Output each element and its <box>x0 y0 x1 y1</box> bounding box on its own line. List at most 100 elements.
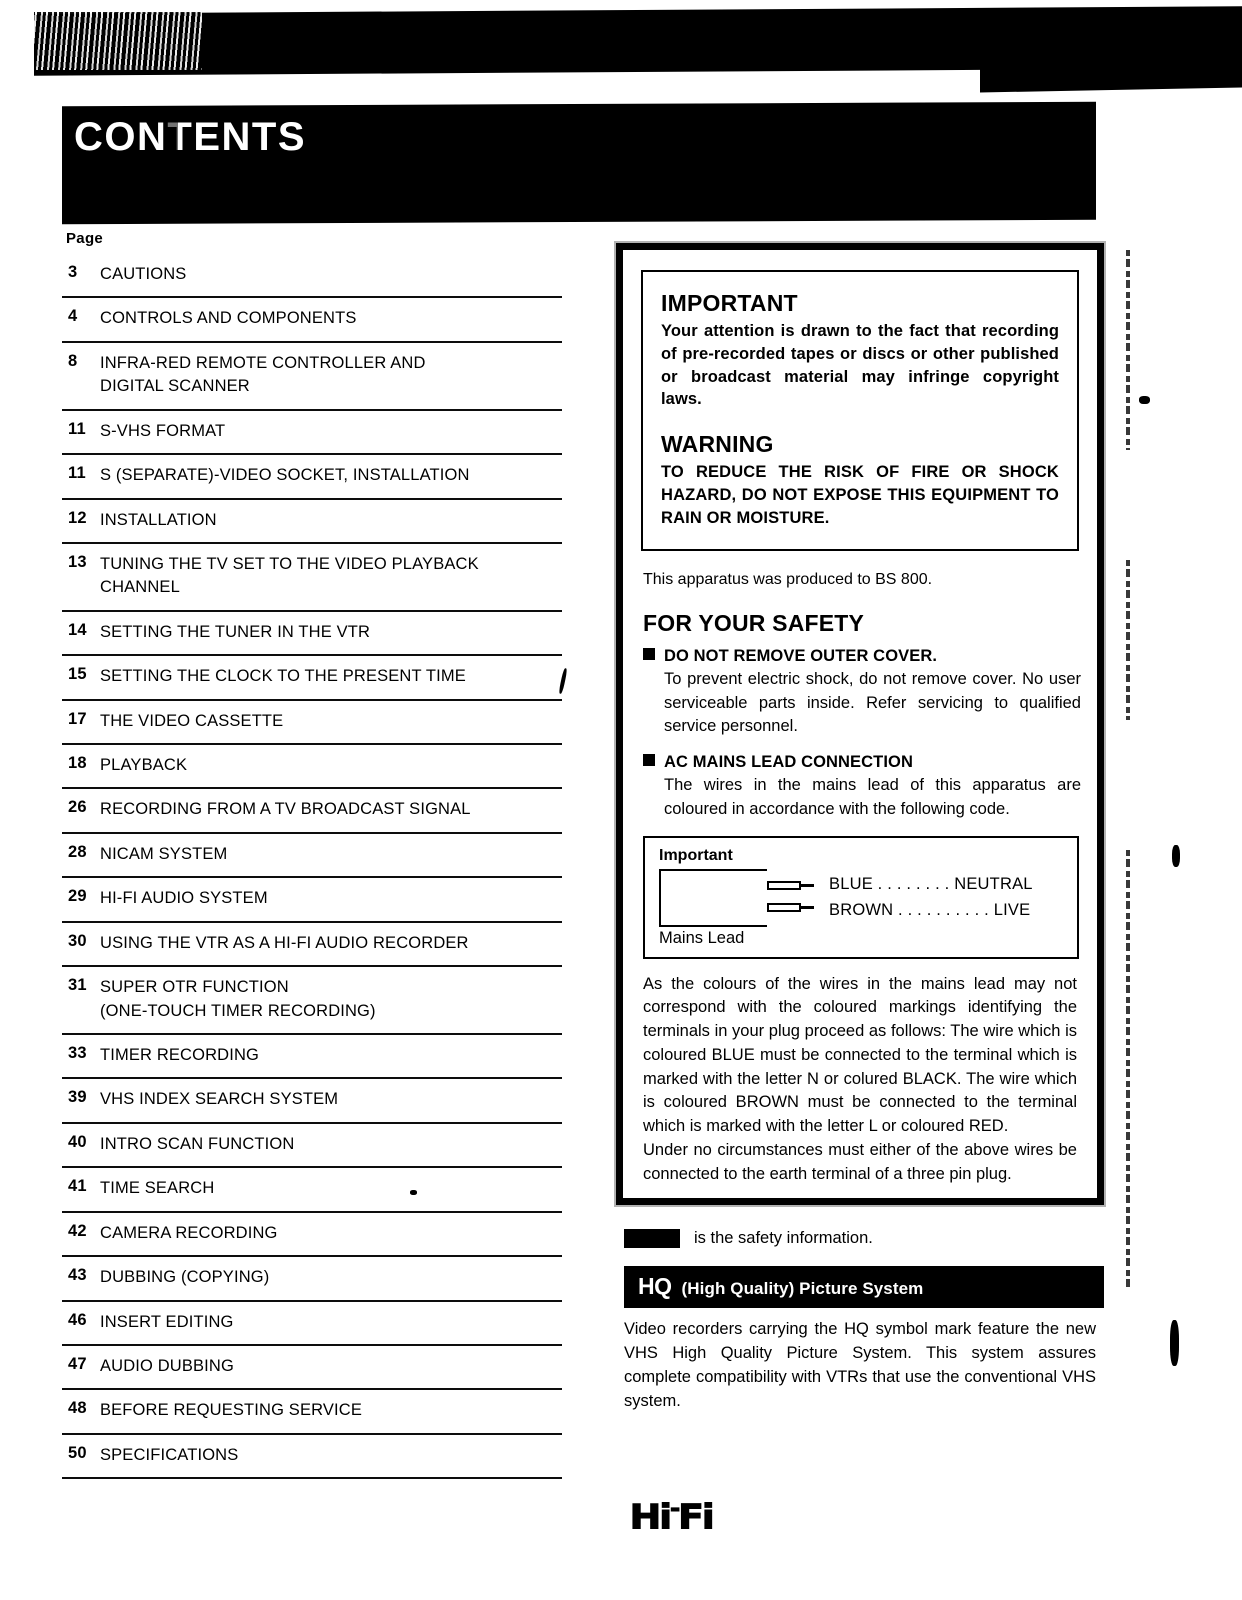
wire-brown-icon <box>767 902 801 912</box>
toc-entry-title: SETTING THE TUNER IN THE VTR <box>100 622 371 641</box>
toc-entry[interactable]: 26 RECORDING FROM A TV BROADCAST SIGNAL <box>62 789 562 834</box>
hq-description: Video recorders carrying the HQ symbol m… <box>624 1320 1096 1410</box>
toc-entry-title: VHS INDEX SEARCH SYSTEM <box>100 1090 339 1109</box>
toc-entry[interactable]: 43 DUBBING (COPYING) <box>62 1257 562 1302</box>
safety-bullet-mains: AC MAINS LEAD CONNECTION The wires in th… <box>643 753 1081 822</box>
toc-entry[interactable]: 42 CAMERA RECORDING <box>62 1213 562 1258</box>
safety-bullet-cover-heading-text: DO NOT REMOVE OUTER COVER. <box>664 646 938 665</box>
toc-entry-page-number: 15 <box>68 665 87 684</box>
toc-entry[interactable]: 31 SUPER OTR FUNCTION (ONE-TOUCH TIMER RE… <box>62 967 562 1036</box>
toc-entry-page-number: 33 <box>68 1044 87 1063</box>
toc-entry-title: THE VIDEO CASSETTE <box>100 711 284 730</box>
page-title-part-a: CON <box>74 115 168 159</box>
toc-entry-page-number: 11 <box>68 419 86 438</box>
toc-entry-title: INTRO SCAN FUNCTION <box>100 1134 295 1153</box>
toc-entry-title: INFRA-RED REMOTE CONTROLLER AND DIGITAL … <box>100 353 426 396</box>
toc-entry[interactable]: 46 INSERT EDITING <box>62 1302 562 1346</box>
scan-margin-rail <box>1126 250 1130 450</box>
wire-label-group: BLUE . . . . . . . . NEUTRAL BROWN . . .… <box>823 872 1033 922</box>
mains-lead-body-icon <box>659 868 767 927</box>
toc-entry-page-number: 14 <box>68 620 87 639</box>
safety-bullet-cover: DO NOT REMOVE OUTER COVER. To prevent el… <box>643 647 1081 739</box>
safety-bullet-mains-body: The wires in the mains lead of this appa… <box>664 776 1081 818</box>
warning-heading: WARNING <box>661 431 774 458</box>
safety-marker-icon <box>624 1229 680 1249</box>
toc-entry[interactable]: 12 INSTALLATION <box>62 500 562 544</box>
toc-entry[interactable]: 8 INFRA-RED REMOTE CONTROLLER AND DIGITAL… <box>62 343 562 411</box>
toc-entry[interactable]: 48 BEFORE REQUESTING SERVICE <box>62 1390 562 1435</box>
mains-wiring-paragraph-1: As the colours of the wires in the mains… <box>643 974 1077 1136</box>
toc-entry-page-number: 42 <box>68 1221 87 1240</box>
mains-lead-diagram-box: Important BLUE . . . . . . . . NEUTRAL B… <box>643 835 1079 959</box>
toc-entry[interactable]: 13 TUNING THE TV SET TO THE VIDEO PLAYBAC… <box>62 544 562 612</box>
important-heading: IMPORTANT <box>661 290 798 316</box>
toc-entry[interactable]: 28 NICAM SYSTEM <box>62 834 562 879</box>
toc-entry[interactable]: 11 S (SEPARATE)-VIDEO SOCKET, INSTALLATIO… <box>62 455 562 500</box>
toc-entry-title: CONTROLS AND COMPONENTS <box>100 309 357 328</box>
toc-entry[interactable]: 11 S-VHS FORMAT <box>62 411 562 456</box>
mains-lead-diagram: BLUE . . . . . . . . NEUTRAL BROWN . . .… <box>659 868 1065 927</box>
wire-label-brown: BROWN . . . . . . . . . . LIVE <box>829 900 1031 919</box>
warning-body: TO REDUCE THE RISK OF FIRE OR SHOCK HAZA… <box>661 463 1059 527</box>
toc-entry-title: TUNING THE TV SET TO THE VIDEO PLAYBACK … <box>100 554 479 597</box>
mains-wiring-instructions: As the colours of the wires in the mains… <box>643 973 1077 1187</box>
page-left-margin <box>0 0 34 1600</box>
scan-speck <box>1170 1320 1179 1366</box>
page-title-part-b: TE <box>165 115 222 159</box>
hifi-logo: Hi-Fi <box>629 1497 715 1538</box>
hq-banner-caption: (High Quality) Picture System <box>681 1279 924 1299</box>
toc-entry-title: AUDIO DUBBING <box>100 1356 234 1375</box>
toc-entry[interactable]: 39 VHS INDEX SEARCH SYSTEM <box>62 1079 562 1124</box>
scan-margin-rail <box>1126 560 1130 720</box>
scan-speck <box>1172 845 1180 867</box>
toc-entry-title: S-VHS FORMAT <box>100 421 226 440</box>
toc-entry-page-number: 11 <box>68 464 86 483</box>
toc-entry-title: NICAM SYSTEM <box>100 844 228 863</box>
toc-entry[interactable]: 15 SETTING THE CLOCK TO THE PRESENT TIME <box>62 656 562 701</box>
toc-entry[interactable]: 4 CONTROLS AND COMPONENTS <box>62 298 562 343</box>
toc-entry[interactable]: 30 USING THE VTR AS A HI-FI AUDIO RECORDE… <box>62 923 562 968</box>
toc-entry[interactable]: 50 SPECIFICATIONS <box>62 1435 562 1480</box>
toc-page-column-label: Page <box>66 230 104 247</box>
toc-entry-page-number: 31 <box>68 976 87 995</box>
toc-entry[interactable]: 33 TIMER RECORDING <box>62 1035 562 1080</box>
important-warning-box: IMPORTANT Your attention is drawn to the… <box>641 270 1079 552</box>
hq-logo-mark: HQ <box>638 1273 672 1300</box>
toc-entry-title: CAMERA RECORDING <box>100 1223 278 1242</box>
toc-entry[interactable]: 18 PLAYBACK <box>62 745 562 790</box>
safety-bullet-cover-body: To prevent electric shock, do not remove… <box>664 669 1081 736</box>
page-title: CONTENTS <box>74 115 306 160</box>
toc-entry-page-number: 29 <box>68 887 87 906</box>
toc-list: 3 CAUTIONS 4 CONTROLS AND COMPONENTS 8 INFRA-… <box>62 261 562 1480</box>
toc-entry-title: DUBBING (COPYING) <box>100 1268 270 1287</box>
toc-entry-title: TIME SEARCH <box>100 1179 215 1198</box>
square-bullet-icon <box>643 754 655 766</box>
toc-entry-page-number: 8 <box>68 351 78 370</box>
toc-entry-page-number: 26 <box>68 798 87 817</box>
toc-entry[interactable]: 47 AUDIO DUBBING <box>62 1346 562 1391</box>
toc-entry[interactable]: 3 CAUTIONS <box>62 261 562 299</box>
toc-entry[interactable]: 14 SETTING THE TUNER IN THE VTR <box>62 612 562 657</box>
toc-entry-page-number: 50 <box>68 1443 87 1462</box>
square-bullet-icon <box>643 647 655 660</box>
toc-entry[interactable]: 17 THE VIDEO CASSETTE <box>62 701 562 746</box>
toc-entry[interactable]: 41 TIME SEARCH <box>62 1168 562 1213</box>
scan-speck <box>1139 396 1150 404</box>
toc-entry-page-number: 28 <box>68 842 87 861</box>
toc-entry-page-number: 39 <box>68 1088 87 1107</box>
mains-wires-icon <box>767 869 823 927</box>
table-of-contents: Page 3 CAUTIONS 4 CONTROLS AND COMPONENTS 8 I… <box>62 230 562 1480</box>
safety-bullet-cover-heading: DO NOT REMOVE OUTER COVER. <box>643 647 1081 666</box>
toc-entry-title: USING THE VTR AS A HI-FI AUDIO RECORDER <box>100 933 469 952</box>
toc-entry-title: SETTING THE CLOCK TO THE PRESENT TIME <box>100 667 466 686</box>
toc-entry[interactable]: 29 HI-FI AUDIO SYSTEM <box>62 878 562 923</box>
safety-panel: IMPORTANT Your attention is drawn to the… <box>614 240 1106 1208</box>
safety-info-legend-text: is the safety information. <box>694 1229 873 1248</box>
toc-entry-title: CAUTIONS <box>100 265 187 283</box>
toc-entry[interactable]: 40 INTRO SCAN FUNCTION <box>62 1124 562 1169</box>
toc-entry-title: SUPER OTR FUNCTION (ONE-TOUCH TIMER RECO… <box>100 978 376 1020</box>
mains-lead-caption: Mains Lead <box>659 928 745 947</box>
toc-entry-page-number: 18 <box>68 754 87 773</box>
toc-entry-title: HI-FI AUDIO SYSTEM <box>100 889 268 908</box>
important-body: Your attention is drawn to the fact that… <box>661 322 1059 409</box>
